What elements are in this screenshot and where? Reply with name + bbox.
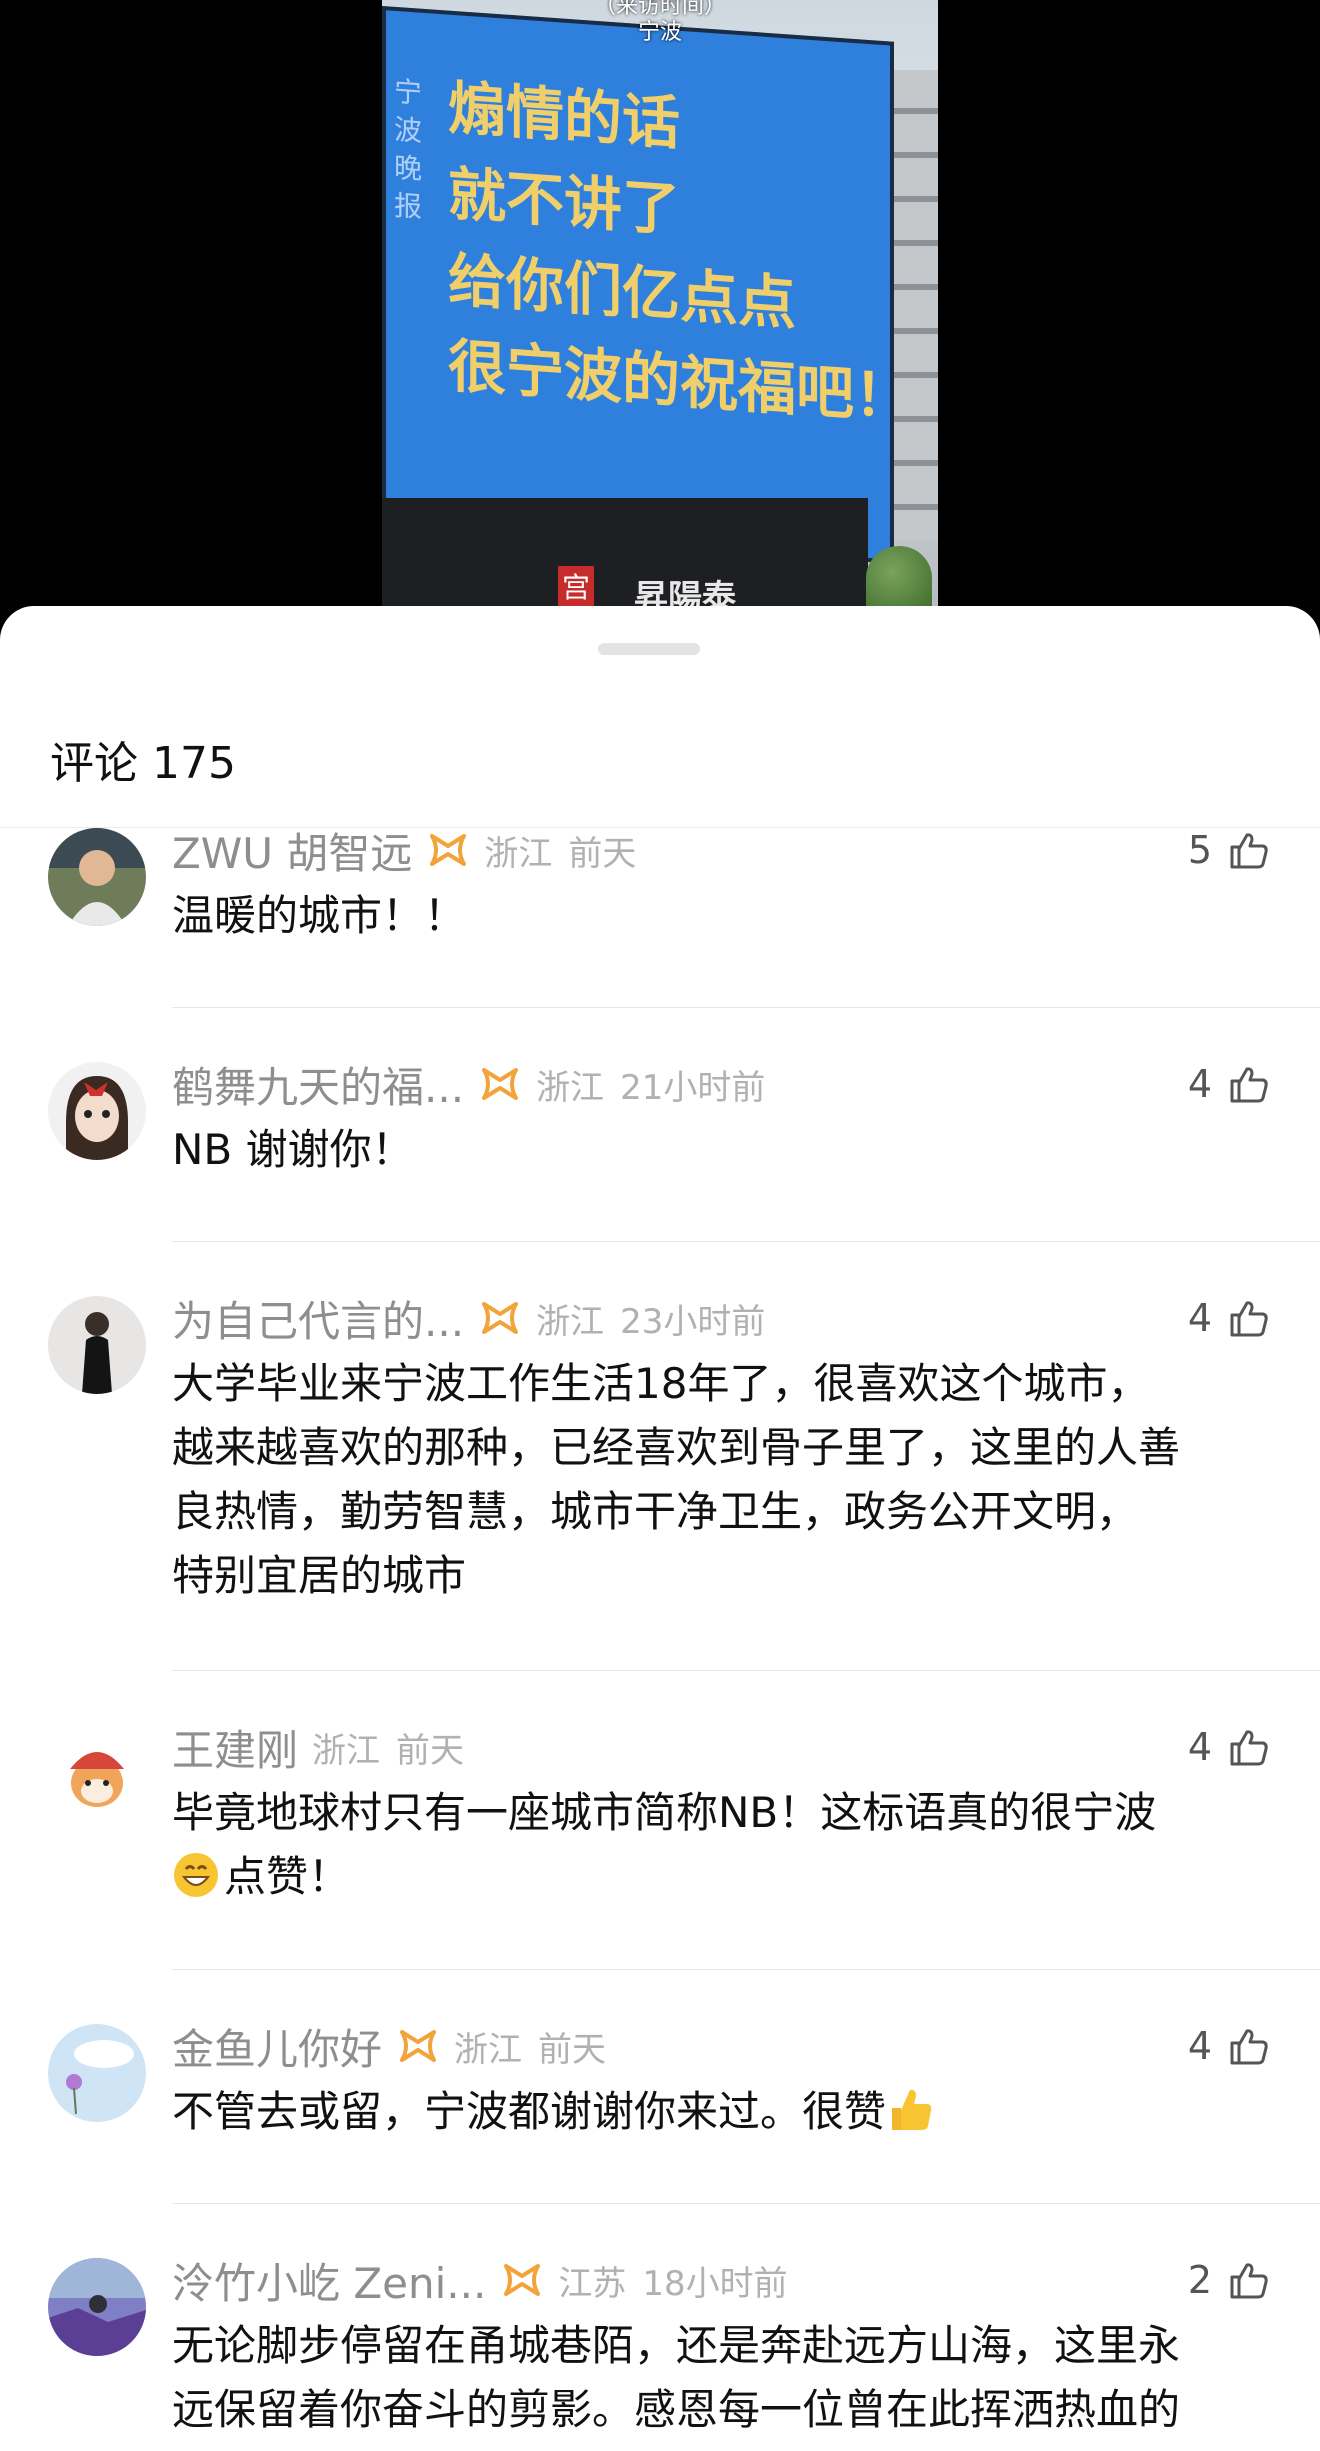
avatar[interactable]	[48, 1062, 146, 1160]
tree	[866, 546, 932, 610]
comment-line: 不管去或留，宁波都谢谢你来过。很赞	[172, 2080, 1282, 2144]
vip-badge-icon	[482, 1068, 519, 1100]
divider	[172, 2203, 1320, 2204]
billboard-text: 煽情的话 就不讲了 给你们亿点点 很宁波的祝福吧！	[448, 65, 912, 441]
comment-line-text: 点赞！	[224, 1852, 351, 1901]
like-button[interactable]: 4	[1188, 2016, 1270, 2076]
vip-badge-icon	[400, 2030, 437, 2062]
thumbs-up-icon	[1230, 833, 1268, 869]
location: 浙江	[454, 2029, 523, 2070]
comment-meta: 王建刚 浙江 前天	[172, 1717, 464, 1777]
like-button[interactable]: 2	[1188, 2250, 1270, 2310]
timestamp: 前天	[396, 1730, 465, 1771]
like-count: 2	[1187, 2258, 1212, 2302]
thumbs-up-icon	[1230, 1301, 1268, 1337]
username[interactable]: 王建刚	[172, 1717, 298, 1778]
comment-line: 无论脚步停留在甬城巷陌，还是奔赴远方山海，这里永	[172, 2321, 1181, 2370]
thumbs-up-icon	[1230, 2263, 1268, 2299]
comment-meta: 为自己代言的... 浙江 23小时前	[172, 1288, 765, 1348]
divider	[172, 1241, 1320, 1242]
timestamp: 23小时前	[620, 1301, 766, 1342]
location: 浙江	[536, 1301, 605, 1342]
billboard-side-text: 宁波晚报	[394, 74, 423, 224]
like-button[interactable]: 4	[1188, 1717, 1270, 1777]
comment-text: 无论脚步停留在甬城巷陌，还是奔赴远方山海，这里永 远保留着你奋斗的剪影。感恩每一…	[172, 2314, 1282, 2442]
comment-line: NB 谢谢你！	[172, 1125, 414, 1174]
building-base: 宫 昇陽泰	[382, 498, 868, 610]
location: 浙江	[536, 1067, 605, 1108]
divider	[172, 1670, 1320, 1671]
vip-badge-icon	[430, 834, 467, 866]
sheet-drag-handle[interactable]	[598, 643, 700, 655]
comment-line: 毕竟地球村只有一座城市简称NB！这标语真的很宁波	[172, 1788, 1157, 1837]
video-caption: （来访时间） 宁波	[382, 0, 938, 46]
location: 江苏	[558, 2263, 627, 2304]
username[interactable]: 为自己代言的...	[172, 1288, 464, 1349]
comment-meta: 金鱼儿你好 浙江 前天	[172, 2016, 606, 2076]
video-frame: 宁波晚报 煽情的话 就不讲了 给你们亿点点 很宁波的祝福吧！ 宫 昇陽泰 （来访…	[382, 0, 938, 610]
like-button[interactable]: 4	[1188, 1054, 1270, 1114]
divider	[172, 1969, 1320, 1970]
video-player[interactable]: 宁波晚报 煽情的话 就不讲了 给你们亿点点 很宁波的祝福吧！ 宫 昇陽泰 （来访…	[0, 0, 1320, 620]
timestamp: 前天	[568, 833, 637, 874]
comment-text: NB 谢谢你！	[172, 1118, 1282, 1182]
comment-line: 温暖的城市！！	[172, 891, 467, 940]
like-button[interactable]: 4	[1188, 1288, 1270, 1348]
thumbs-up-icon	[1230, 1730, 1268, 1766]
thumbs-up-emoji-icon	[892, 2089, 932, 2130]
avatar[interactable]	[48, 2024, 146, 2122]
timestamp: 21小时前	[620, 1067, 766, 1108]
avatar[interactable]	[48, 2258, 146, 2356]
comment-line-text: 不管去或留，宁波都谢谢你来过。很赞	[172, 2087, 887, 2136]
led-billboard: 宁波晚报 煽情的话 就不讲了 给你们亿点点 很宁波的祝福吧！	[382, 6, 912, 564]
username[interactable]: ZWU 胡智远	[172, 828, 412, 881]
caption-city-label: 宁波	[637, 20, 682, 45]
brand-name: 昇陽泰	[634, 578, 736, 610]
comment-meta: 泠竹小屹 Zeni... 江苏 18小时前	[172, 2250, 788, 2310]
comment-line: 点赞！	[172, 1845, 1282, 1909]
avatar[interactable]	[48, 1725, 146, 1823]
comment-text: 大学毕业来宁波工作生活18年了，很喜欢这个城市， 越来越喜欢的那种，已经喜欢到骨…	[172, 1352, 1282, 1608]
vip-badge-icon	[482, 1302, 519, 1334]
username[interactable]: 鹤舞九天的福...	[172, 1054, 464, 1115]
brand-sign: 宫	[558, 566, 594, 610]
comment-text: 温暖的城市！！	[172, 884, 1282, 948]
location: 浙江	[484, 833, 553, 874]
comment-line: 远保留着你奋斗的剪影。感恩每一位曾在此挥洒热血的	[172, 2385, 1181, 2434]
grinning-emoji-icon	[174, 1853, 218, 1897]
comment-text: 毕竟地球村只有一座城市简称NB！这标语真的很宁波 点赞！	[172, 1781, 1282, 1909]
comment-meta: ZWU 胡智远 浙江 前天	[172, 828, 636, 880]
avatar[interactable]	[48, 1296, 146, 1394]
caption-time-label: （来访时间）	[593, 0, 726, 19]
username[interactable]: 泠竹小屹 Zeni...	[172, 2250, 486, 2311]
comments-sheet: 评论 175 ZWU 胡智远 浙江 前天 5 温暖的城市！！ 鹤舞九天的福...…	[0, 606, 1320, 2451]
comments-title: 评论 175	[50, 738, 236, 789]
like-count: 4	[1187, 1062, 1212, 1106]
divider	[172, 1007, 1320, 1008]
like-button[interactable]: 5	[1188, 828, 1270, 880]
like-count: 4	[1187, 1296, 1212, 1340]
timestamp: 前天	[538, 2029, 607, 2070]
username[interactable]: 金鱼儿你好	[172, 2016, 382, 2077]
comment-meta: 鹤舞九天的福... 浙江 21小时前	[172, 1054, 765, 1114]
thumbs-up-icon	[1230, 2029, 1268, 2065]
comment-line: 越来越喜欢的那种，已经喜欢到骨子里了，这里的人善	[172, 1423, 1181, 1472]
like-count: 4	[1187, 2024, 1212, 2068]
comment-text: 不管去或留，宁波都谢谢你来过。很赞	[172, 2080, 1282, 2144]
location: 浙江	[312, 1730, 381, 1771]
like-count: 5	[1187, 828, 1212, 872]
comment-line: 特别宜居的城市	[172, 1551, 467, 1600]
like-count: 4	[1187, 1725, 1212, 1769]
timestamp: 18小时前	[642, 2263, 788, 2304]
comment-line: 良热情，勤劳智慧，城市干净卫生，政务公开文明，	[172, 1487, 1139, 1536]
comment-line: 大学毕业来宁波工作生活18年了，很喜欢这个城市，	[172, 1359, 1150, 1408]
thumbs-up-icon	[1230, 1067, 1268, 1103]
vip-badge-icon	[504, 2264, 541, 2296]
comment-list[interactable]: ZWU 胡智远 浙江 前天 5 温暖的城市！！ 鹤舞九天的福... 浙江 21小…	[0, 828, 1320, 2451]
avatar[interactable]	[48, 828, 146, 926]
